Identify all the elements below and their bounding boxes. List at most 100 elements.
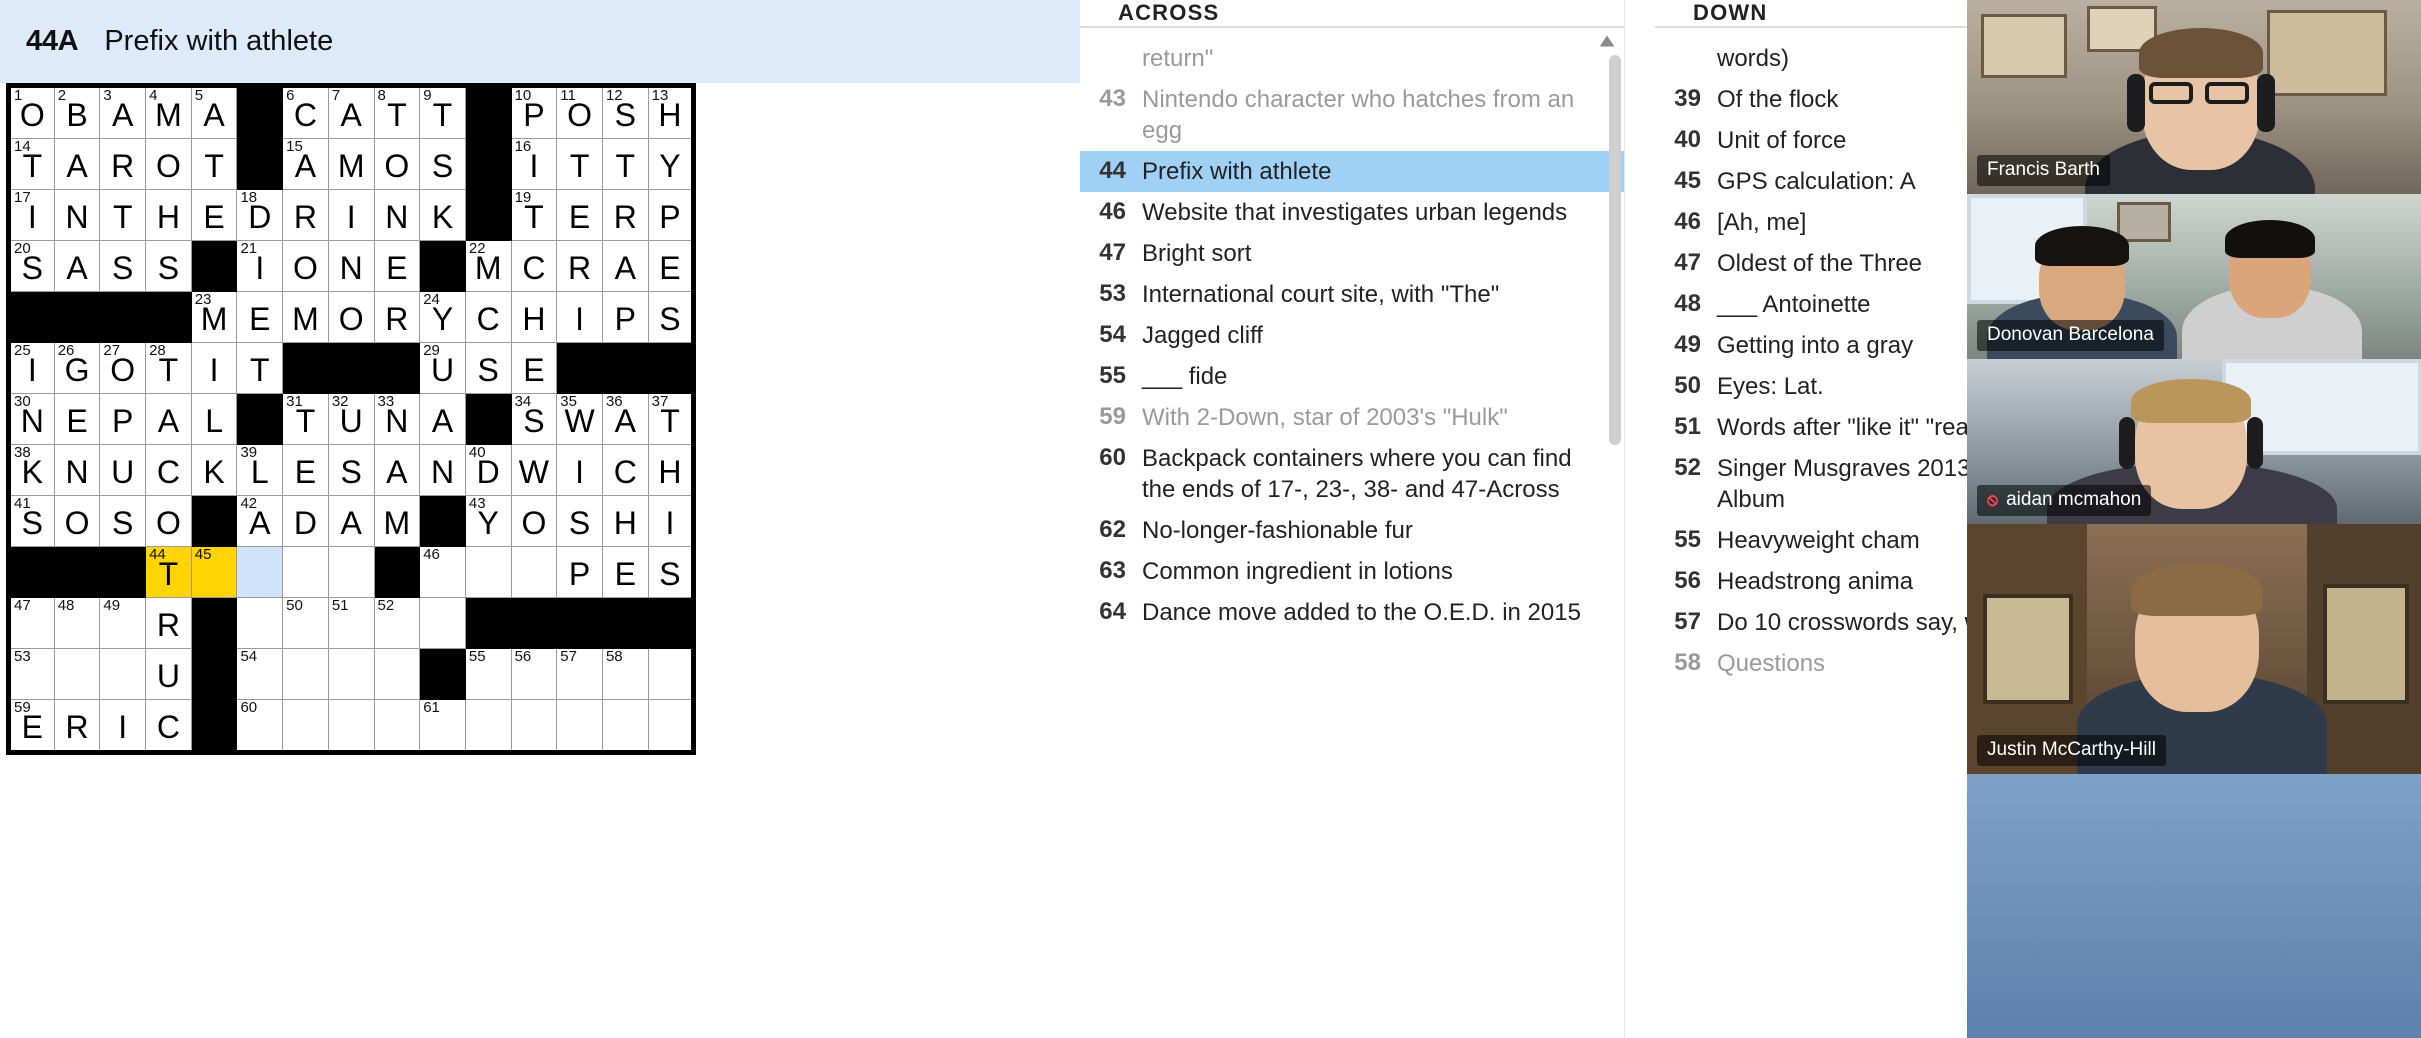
grid-cell[interactable]: M [373, 495, 421, 547]
grid-cell[interactable]: 49 [99, 597, 147, 649]
grid-cell[interactable]: N [327, 240, 375, 292]
clue-item[interactable]: 63 Common ingredient in lotions [1080, 551, 1624, 592]
grid-cell[interactable]: I [647, 495, 695, 547]
grid-cell[interactable]: 5A [190, 85, 238, 139]
grid-cell[interactable]: 24 Y [419, 291, 466, 343]
grid-cell[interactable]: O [510, 495, 558, 547]
grid-cell[interactable]: 27 O [99, 342, 147, 394]
grid-cell[interactable] [510, 546, 558, 598]
grid-cell[interactable]: 40 D [464, 444, 512, 496]
grid-cell[interactable]: 45 [190, 546, 238, 598]
grid-cell[interactable]: M [282, 291, 329, 343]
grid-cell[interactable]: P [556, 546, 603, 598]
grid-cell[interactable]: 8T [373, 85, 421, 139]
grid-cell[interactable]: R [99, 138, 147, 190]
grid-cell[interactable]: 43 Y [464, 495, 512, 547]
grid-cell[interactable]: W [510, 444, 558, 496]
grid-cell[interactable] [556, 699, 603, 753]
grid-cell[interactable]: 20 S [8, 240, 55, 292]
grid-cell[interactable] [53, 648, 101, 700]
clue-item[interactable]: 55 ___ fide [1080, 356, 1624, 397]
grid-cell[interactable]: M [327, 138, 375, 190]
grid-cell[interactable]: R [556, 240, 603, 292]
grid-cell[interactable]: 39 L [236, 444, 284, 496]
grid-cell[interactable]: E [647, 240, 695, 292]
video-tile[interactable]: ⦸ aidan mcmahon [1967, 359, 2421, 524]
grid-cell[interactable]: 29 U [419, 342, 466, 394]
grid-cell[interactable]: R [282, 189, 329, 241]
grid-cell[interactable]: T [601, 138, 649, 190]
clue-item[interactable]: 62 No-longer-fashionable fur [1080, 510, 1624, 551]
grid-cell[interactable]: E [236, 291, 284, 343]
clue-item[interactable]: 64 Dance move added to the O.E.D. in 2015 [1080, 592, 1624, 633]
grid-cell[interactable]: R [53, 699, 101, 753]
grid-cell[interactable]: I [190, 342, 238, 394]
grid-cell[interactable]: 30 N [8, 393, 55, 445]
grid-cell[interactable]: 48 [53, 597, 101, 649]
grid-cell[interactable]: A [53, 240, 101, 292]
grid-cell[interactable]: T [236, 342, 284, 394]
grid-cell[interactable]: A [53, 138, 101, 190]
grid-cell[interactable]: N [53, 189, 101, 241]
grid-cell[interactable]: 17 I [8, 189, 55, 241]
grid-cell[interactable] [282, 546, 329, 598]
grid-cell[interactable]: C [510, 240, 558, 292]
grid-cell[interactable]: A [327, 495, 375, 547]
grid-cell[interactable]: S [145, 240, 192, 292]
grid-cell[interactable]: N [53, 444, 101, 496]
grid-cell[interactable]: 1O [8, 85, 55, 139]
grid-cell[interactable]: O [145, 495, 192, 547]
grid-cell[interactable]: O [53, 495, 101, 547]
grid-cell[interactable]: 52 [373, 597, 421, 649]
grid-cell[interactable]: 12 S [601, 85, 649, 139]
grid-cell[interactable]: O [327, 291, 375, 343]
grid-cell[interactable] [419, 597, 466, 649]
clue-item[interactable]: 43 Nintendo character who hatches from an… [1080, 79, 1624, 151]
grid-cell[interactable]: 26 G [53, 342, 101, 394]
grid-cell[interactable]: O [282, 240, 329, 292]
grid-cell[interactable]: 37 T [647, 393, 695, 445]
grid-cell[interactable]: 28 T [145, 342, 192, 394]
video-tile[interactable]: Donovan Barcelona [1967, 194, 2421, 359]
video-tile[interactable] [1967, 774, 2421, 1038]
grid-cell[interactable]: T [556, 138, 603, 190]
grid-cell[interactable]: 42 A [236, 495, 284, 547]
grid-cell[interactable]: 9T [419, 85, 466, 139]
grid-cell[interactable]: A [145, 393, 192, 445]
grid-cell[interactable]: 36 A [601, 393, 649, 445]
grid-cell[interactable]: I [99, 699, 147, 753]
grid-cell[interactable] [236, 597, 284, 649]
grid-cell[interactable]: E [53, 393, 101, 445]
clue-item[interactable]: 44 Prefix with athlete [1080, 151, 1624, 192]
grid-cell[interactable]: E [601, 546, 649, 598]
grid-cell[interactable]: E [282, 444, 329, 496]
grid-cell[interactable]: Y [647, 138, 695, 190]
grid-cell[interactable]: 54 [236, 648, 284, 700]
grid-cell[interactable] [327, 699, 375, 753]
grid-cell[interactable]: 59 E [8, 699, 55, 753]
grid-cell[interactable] [464, 699, 512, 753]
grid-cell[interactable]: O [373, 138, 421, 190]
grid-cell[interactable]: 3A [99, 85, 147, 139]
grid-cell[interactable] [373, 699, 421, 753]
grid-cell[interactable]: H [601, 495, 649, 547]
grid-cell[interactable]: H [647, 444, 695, 496]
video-tile[interactable]: Justin McCarthy-Hill [1967, 524, 2421, 774]
grid-cell[interactable]: 21 I [236, 240, 284, 292]
grid-cell[interactable]: U [99, 444, 147, 496]
grid-cell[interactable]: 18 D [236, 189, 284, 241]
crossword-grid[interactable]: 1 O 2 B 3 A 4 M 5 A 6 C 7 A 8 T 9 T 10 P 11 O 12 S 13 H 14 T A R O T 15 A… [6, 83, 697, 755]
grid-cell[interactable]: A [601, 240, 649, 292]
current-clue-bar[interactable]: 44A Prefix with athlete [0, 0, 1080, 83]
grid-cell[interactable]: S [647, 546, 695, 598]
grid-cell[interactable]: 32 U [327, 393, 375, 445]
grid-cell[interactable]: E [373, 240, 421, 292]
clue-item[interactable]: 47 Bright sort [1080, 233, 1624, 274]
grid-cell[interactable]: I [556, 444, 603, 496]
grid-cell[interactable]: 15 A [282, 138, 329, 190]
grid-cell[interactable]: S [556, 495, 603, 547]
grid-cell[interactable] [510, 699, 558, 753]
grid-cell[interactable] [327, 648, 375, 700]
grid-cell[interactable] [464, 546, 512, 598]
grid-cell[interactable]: I [556, 291, 603, 343]
